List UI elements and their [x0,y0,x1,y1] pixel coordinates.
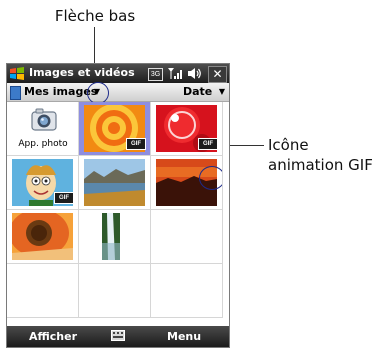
thumbnail-empty [151,210,223,264]
window-title: Images et vidéos [29,66,135,79]
thumbnail-red-bubble[interactable]: GIF [151,102,223,156]
callout-gif-icon: Icône animation GIF [268,135,377,175]
callout-gif-icon-line1: Icône [268,136,309,154]
thumbnail-empty [79,264,151,318]
network-3g-icon[interactable]: 3G [148,68,163,81]
lake-landscape-image [84,159,145,206]
thumbnail-grid: App. photo GIF GIF GIF [7,102,229,325]
thumbnail-cartoon[interactable]: GIF [7,156,79,210]
title-bar: Images et vidéos 3G ✕ [7,64,229,83]
gif-badge-icon: GIF [198,138,218,150]
down-arrow-highlight [87,82,109,104]
thumbnail-empty [7,264,79,318]
close-button[interactable]: ✕ [208,66,227,83]
sort-dropdown-arrow[interactable]: ▼ [216,86,228,98]
callout-gif-icon-line2: animation GIF [268,156,373,174]
thumbnail-orange-rings[interactable]: GIF [79,102,151,156]
camera-label: App. photo [18,139,68,149]
thumbnail-empty [151,264,223,318]
gif-badge-icon: GIF [126,138,146,150]
view-softkey[interactable]: Afficher [29,330,77,343]
keyboard-icon[interactable] [111,330,125,341]
folder-icon [10,86,21,100]
thumbnail-sunset[interactable] [151,156,223,210]
signal-icon[interactable] [167,67,183,80]
device-screen: Images et vidéos 3G ✕ Mes images ▼ Date … [6,63,230,348]
menu-softkey[interactable]: Menu [167,330,201,343]
thumbnail-lake-landscape[interactable] [79,156,151,210]
sort-label[interactable]: Date [183,85,212,98]
flower-image [12,213,73,260]
soft-key-bar: Afficher Menu [7,326,229,347]
callout-down-arrow: Flèche bas [54,7,136,25]
camera-icon [31,108,57,131]
volume-icon[interactable] [187,67,202,80]
gif-icon-highlight [199,166,222,190]
gif-badge-icon: GIF [54,192,74,204]
thumbnail-waterfall[interactable] [79,210,151,264]
thumbnail-camera[interactable]: App. photo [7,102,79,156]
callout-line-gif-icon [228,145,264,146]
folder-bar: Mes images ▼ Date ▼ [7,83,229,102]
waterfall-image [84,213,145,260]
windows-logo-icon[interactable] [9,66,25,81]
thumbnail-flower[interactable] [7,210,79,264]
